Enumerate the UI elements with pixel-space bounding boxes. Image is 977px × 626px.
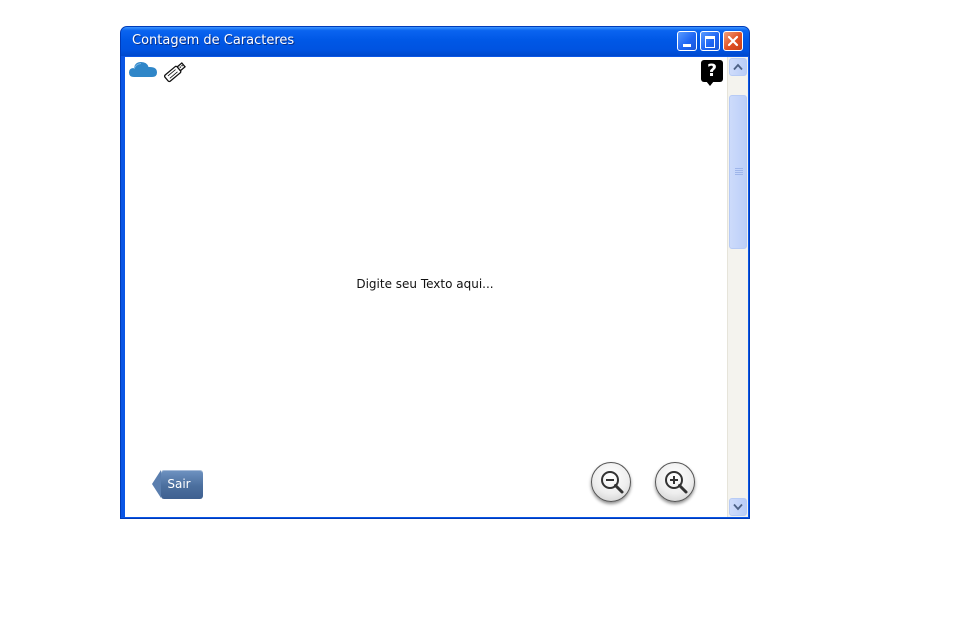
- scroll-up-button[interactable]: [729, 58, 747, 76]
- scroll-grip-icon: [735, 168, 743, 176]
- cloud-icon[interactable]: [128, 59, 158, 79]
- close-button[interactable]: [723, 31, 743, 51]
- help-icon[interactable]: ?: [701, 60, 723, 86]
- text-input[interactable]: [129, 81, 721, 481]
- close-icon: [727, 35, 739, 47]
- app-window: Contagem de Caracteres ? S: [120, 26, 750, 519]
- exit-button[interactable]: Sair: [152, 470, 203, 499]
- scroll-down-button[interactable]: [729, 498, 747, 516]
- maximize-button[interactable]: [700, 31, 720, 51]
- minimize-icon: [683, 44, 691, 47]
- chevron-up-icon: [733, 63, 743, 71]
- zoom-in-icon: [665, 471, 688, 494]
- minimize-button[interactable]: [677, 31, 697, 51]
- maximize-icon: [705, 36, 715, 48]
- scroll-thumb[interactable]: [729, 95, 747, 249]
- window-title: Contagem de Caracteres: [132, 33, 295, 48]
- title-bar[interactable]: Contagem de Caracteres: [121, 27, 749, 56]
- vertical-scrollbar[interactable]: [727, 57, 748, 517]
- zoom-in-button[interactable]: [655, 462, 695, 502]
- zoom-out-icon: [601, 471, 624, 494]
- client-area: ? Sair: [125, 57, 727, 517]
- chevron-down-icon: [733, 503, 743, 511]
- zoom-out-button[interactable]: [591, 462, 631, 502]
- exit-button-label: Sair: [167, 477, 191, 491]
